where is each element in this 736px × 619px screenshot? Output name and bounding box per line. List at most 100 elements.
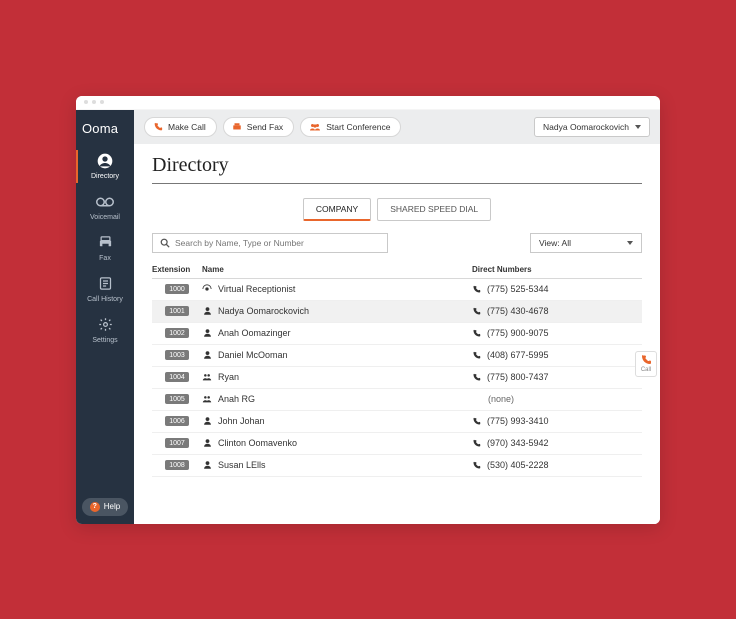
extension-badge: 1005 — [165, 394, 189, 404]
cell-number: (none) — [472, 394, 642, 404]
call-slideout-button[interactable]: Call — [635, 351, 657, 377]
user-dropdown[interactable]: Nadya Oomarockovich — [534, 117, 650, 137]
cell-name: Daniel McOoman — [202, 350, 472, 360]
sidebar-item-fax[interactable]: Fax — [76, 228, 134, 269]
table-row[interactable]: 1007 Clinton Oomavenko (970) 343-5942 — [152, 433, 642, 455]
cell-number: (970) 343-5942 — [472, 438, 642, 448]
extension-badge: 1002 — [165, 328, 189, 338]
table-row[interactable]: 1000Virtual Receptionist(775) 525-5344 — [152, 279, 642, 301]
cell-extension: 1006 — [152, 416, 202, 426]
call-history-icon — [96, 275, 114, 293]
entry-type-icon — [202, 438, 212, 448]
cell-name: Susan LElls — [202, 460, 472, 470]
send-fax-button[interactable]: Send Fax — [223, 117, 294, 137]
content: Directory COMPANY SHARED SPEED DIAL — [134, 144, 660, 524]
cell-extension: 1007 — [152, 438, 202, 448]
entry-name: Ryan — [218, 372, 239, 382]
table-row[interactable]: 1001 Nadya Oomarockovich (775) 430-4678 — [152, 301, 642, 323]
table-row[interactable]: 1006 John Johan(775) 993-3410 — [152, 411, 642, 433]
tab-company[interactable]: COMPANY — [303, 198, 371, 221]
phone-icon — [472, 329, 481, 338]
cell-extension: 1001 — [152, 306, 202, 316]
entry-name: Nadya Oomarockovich — [218, 306, 309, 316]
entry-type-icon — [202, 328, 212, 338]
window-dot — [100, 100, 104, 104]
sidebar-item-label: Call History — [87, 296, 123, 303]
cell-name: Ryan — [202, 372, 472, 382]
extension-badge: 1001 — [165, 306, 189, 316]
app-root: Ooma Directory Voicemail — [76, 110, 660, 524]
phone-icon — [472, 351, 481, 360]
extension-badge: 1007 — [165, 438, 189, 448]
search-box[interactable] — [152, 233, 388, 253]
cell-extension: 1008 — [152, 460, 202, 470]
cell-extension: 1000 — [152, 284, 202, 294]
table-row[interactable]: 1003Daniel McOoman (408) 677-5995 — [152, 345, 642, 367]
entry-name: Clinton Oomavenko — [218, 438, 297, 448]
table-row[interactable]: 1008Susan LElls (530) 405-2228 — [152, 455, 642, 477]
cell-extension: 1003 — [152, 350, 202, 360]
no-number: (none) — [472, 394, 514, 404]
table-row[interactable]: 1002 Anah Oomazinger (775) 900-9075 — [152, 323, 642, 345]
help-label: Help — [104, 502, 120, 511]
sidebar-nav: Directory Voicemail Fax — [76, 146, 134, 351]
button-label: Start Conference — [326, 122, 390, 132]
spacer — [76, 351, 134, 498]
cell-name: John Johan — [202, 416, 472, 426]
col-direct-numbers: Direct Numbers — [472, 265, 642, 274]
cell-number: (775) 430-4678 — [472, 306, 642, 316]
view-dropdown-label: View: All — [539, 238, 571, 248]
brand-logo: Ooma — [76, 110, 134, 146]
table-row[interactable]: 1004 Ryan (775) 800-7437 — [152, 367, 642, 389]
extension-badge: 1006 — [165, 416, 189, 426]
main-panel: Make Call Send Fax Start Conference N — [134, 110, 660, 524]
phone-number: (408) 677-5995 — [487, 350, 549, 360]
extension-badge: 1004 — [165, 372, 189, 382]
user-circle-icon — [96, 152, 114, 170]
view-dropdown[interactable]: View: All — [530, 233, 642, 253]
entry-type-icon — [202, 416, 212, 426]
cell-extension: 1005 — [152, 394, 202, 404]
people-icon — [309, 122, 321, 132]
phone-number: (530) 405-2228 — [487, 460, 549, 470]
tabs: COMPANY SHARED SPEED DIAL — [152, 198, 642, 221]
entry-name: Anah RG — [218, 394, 255, 404]
call-slideout-label: Call — [641, 367, 651, 373]
entry-type-icon — [202, 284, 212, 294]
gear-icon — [96, 316, 114, 334]
cell-number: (775) 900-9075 — [472, 328, 642, 338]
col-extension: Extension — [152, 265, 202, 274]
button-label: Make Call — [168, 122, 206, 132]
entry-type-icon — [202, 394, 212, 404]
fax-icon — [96, 234, 114, 252]
sidebar-item-label: Fax — [99, 255, 111, 262]
make-call-button[interactable]: Make Call — [144, 117, 217, 137]
help-button[interactable]: ? Help — [82, 498, 128, 516]
search-input[interactable] — [175, 238, 380, 248]
cell-name: Anah Oomazinger — [202, 328, 472, 338]
extension-badge: 1000 — [165, 284, 189, 294]
phone-number: (775) 800-7437 — [487, 372, 549, 382]
start-conference-button[interactable]: Start Conference — [300, 117, 401, 137]
phone-icon — [472, 285, 481, 294]
sidebar-item-directory[interactable]: Directory — [76, 146, 134, 187]
help-icon: ? — [90, 502, 100, 512]
window-dot — [92, 100, 96, 104]
phone-icon — [472, 417, 481, 426]
cell-number: (775) 993-3410 — [472, 416, 642, 426]
button-label: Send Fax — [247, 122, 283, 132]
fax-icon — [232, 122, 242, 132]
page-title: Directory — [152, 154, 642, 177]
search-icon — [160, 238, 170, 248]
sidebar-item-voicemail[interactable]: Voicemail — [76, 187, 134, 228]
sidebar-item-call-history[interactable]: Call History — [76, 269, 134, 310]
cell-number: (530) 405-2228 — [472, 460, 642, 470]
tab-shared-speed-dial[interactable]: SHARED SPEED DIAL — [377, 198, 491, 221]
table-row[interactable]: 1005 Anah RG (none) — [152, 389, 642, 411]
phone-number: (970) 343-5942 — [487, 438, 549, 448]
sidebar-item-settings[interactable]: Settings — [76, 310, 134, 351]
cell-extension: 1004 — [152, 372, 202, 382]
phone-icon — [472, 373, 481, 382]
entry-name: Anah Oomazinger — [218, 328, 291, 338]
cell-extension: 1002 — [152, 328, 202, 338]
